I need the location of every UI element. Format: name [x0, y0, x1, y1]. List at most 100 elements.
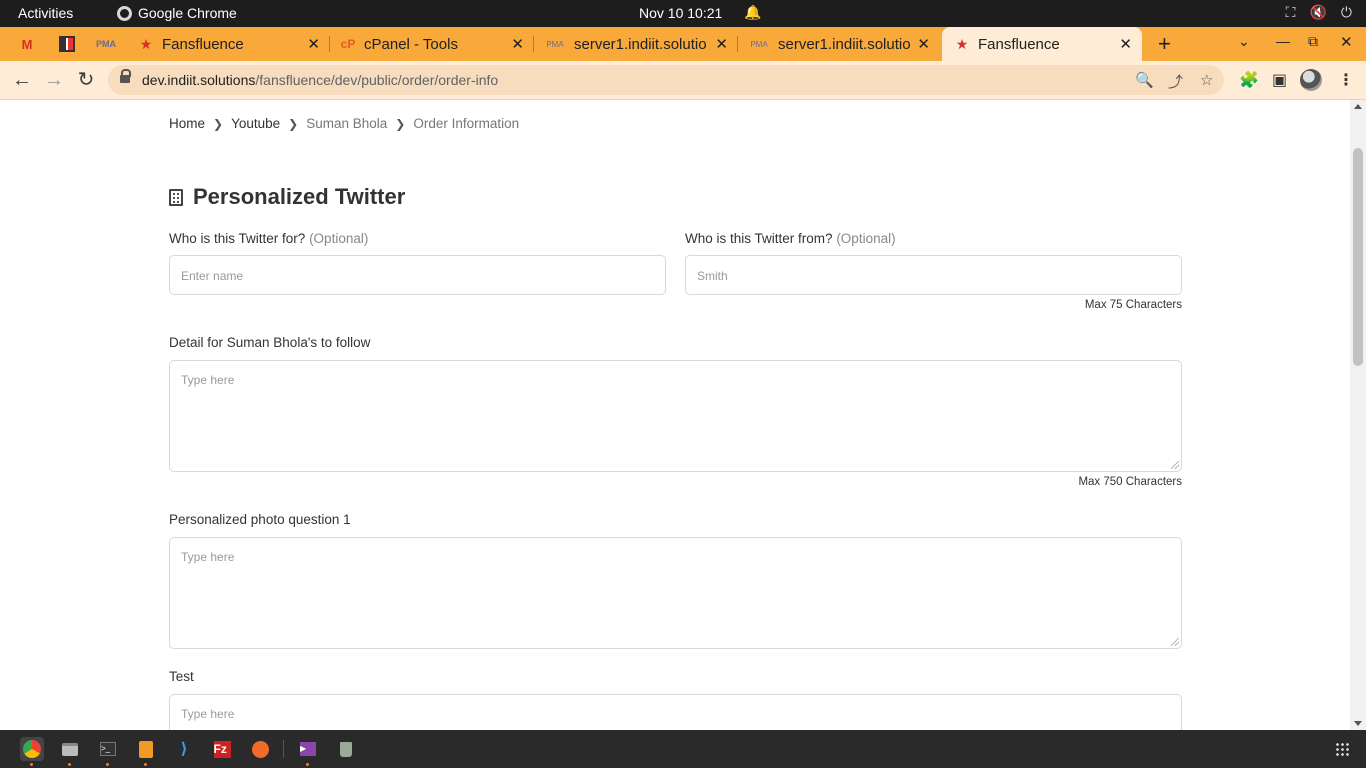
- browser-toolbar: ← → ↻ dev.indiit.solutions/fansfluence/d…: [0, 61, 1366, 100]
- tab-fansfluence[interactable]: ★ Fansfluence ✕: [130, 27, 330, 61]
- breadcrumb-person[interactable]: Suman Bhola: [306, 116, 387, 131]
- resize-handle-icon[interactable]: [1171, 461, 1179, 469]
- test-label: Test: [169, 669, 194, 684]
- terminal-icon: >_: [100, 742, 116, 756]
- close-tab-icon[interactable]: ✕: [917, 35, 930, 53]
- close-tab-icon[interactable]: ✕: [511, 35, 524, 53]
- sender-name-input[interactable]: Smith: [685, 255, 1182, 295]
- star-logo-icon: ★: [955, 35, 969, 52]
- tab-search-chevron-icon[interactable]: ⌄: [1238, 33, 1250, 50]
- page-content: Home ❯ Youtube ❯ Suman Bhola ❯ Order Inf…: [0, 100, 1350, 730]
- close-tab-icon[interactable]: ✕: [307, 35, 320, 53]
- pma-icon: PMA: [546, 39, 564, 49]
- breadcrumb-home[interactable]: Home: [169, 116, 205, 131]
- trash-icon: [340, 741, 352, 757]
- detail-label: Detail for Suman Bhola's to follow: [169, 335, 371, 350]
- filezilla-icon: Fz: [213, 740, 231, 758]
- activities-button[interactable]: Activities: [18, 5, 73, 21]
- tab-cpanel[interactable]: cP cPanel - Tools ✕: [332, 27, 534, 61]
- close-tab-icon[interactable]: ✕: [715, 35, 728, 53]
- tab-title: cPanel - Tools: [364, 35, 458, 53]
- volume-muted-icon: 🔇: [1309, 4, 1327, 20]
- test-textarea[interactable]: Type here: [169, 694, 1182, 730]
- postman-icon: [251, 740, 269, 758]
- dock-filezilla[interactable]: Fz: [210, 737, 234, 761]
- notification-bell-icon: 🔔: [744, 4, 762, 20]
- placeholder: Smith: [697, 269, 728, 283]
- tab-title: Fansfluence: [162, 35, 244, 53]
- dock-vscode[interactable]: ⟩: [172, 737, 196, 761]
- folder-icon: [62, 742, 78, 756]
- share-icon[interactable]: ⤴: [1168, 71, 1183, 92]
- placeholder: Type here: [181, 550, 235, 564]
- breadcrumb-category[interactable]: Youtube: [231, 116, 280, 131]
- url-text[interactable]: dev.indiit.solutions/fansfluence/dev/pub…: [142, 72, 498, 88]
- tab-separator: [329, 36, 330, 52]
- dock-files[interactable]: [58, 737, 82, 761]
- address-bar[interactable]: dev.indiit.solutions/fansfluence/dev/pub…: [108, 65, 1224, 95]
- name-max-note: Max 75 Characters: [1084, 299, 1182, 311]
- gmail-icon: M: [21, 36, 33, 52]
- scroll-up-icon[interactable]: [1354, 104, 1362, 109]
- dock-postman[interactable]: [248, 737, 272, 761]
- dock-sublime[interactable]: [134, 737, 158, 761]
- app-name: Google Chrome: [138, 5, 237, 21]
- zoom-icon[interactable]: 🔍: [1135, 71, 1154, 89]
- more-menu-icon[interactable]: ⋮: [1338, 70, 1354, 90]
- app-menu[interactable]: Google Chrome: [117, 5, 237, 21]
- recipient-name-input[interactable]: Enter name: [169, 255, 666, 295]
- dock-chrome[interactable]: [20, 737, 44, 761]
- dock-separator: [283, 740, 284, 758]
- running-indicator: [30, 763, 33, 766]
- show-apps-grid-icon[interactable]: [1335, 742, 1349, 756]
- optional-text: (Optional): [836, 231, 896, 246]
- extensions-icon[interactable]: 🧩: [1239, 70, 1259, 90]
- running-indicator: [144, 763, 147, 766]
- detail-max-note: Max 750 Characters: [1078, 476, 1182, 488]
- lock-icon: [120, 69, 131, 85]
- pma-icon: PMA: [750, 39, 768, 49]
- resize-handle-icon[interactable]: [1171, 638, 1179, 646]
- from-label: Who is this Twitter from? (Optional): [685, 231, 896, 246]
- pinned-tab-pma[interactable]: PMA: [96, 35, 116, 53]
- dock-terminal[interactable]: >_: [96, 737, 120, 761]
- dock-media[interactable]: ▶: [296, 737, 320, 761]
- chevron-right-icon: ❯: [288, 116, 299, 131]
- tab-server1-b[interactable]: PMA server1.indiit.solutio ✕: [740, 27, 940, 61]
- close-tab-icon[interactable]: ✕: [1119, 35, 1132, 53]
- profile-avatar[interactable]: [1300, 69, 1322, 91]
- power-icon: ⏻: [1340, 4, 1352, 20]
- clock[interactable]: Nov 10 10:21: [639, 5, 722, 21]
- form-heading: Personalized Twitter: [169, 184, 405, 210]
- from-label-text: Who is this Twitter from?: [685, 231, 833, 246]
- scroll-down-icon[interactable]: [1354, 721, 1362, 726]
- url-path: /fansfluence/dev/public/order/order-info: [255, 72, 499, 88]
- system-tray[interactable]: ⛶ 🔇 ⏻: [1286, 4, 1352, 21]
- detail-textarea[interactable]: Type here: [169, 360, 1182, 472]
- tab-server1-a[interactable]: PMA server1.indiit.solutio ✕: [536, 27, 738, 61]
- tab-fansfluence-active[interactable]: ★ Fansfluence ✕: [942, 27, 1142, 61]
- dock-trash[interactable]: [334, 737, 358, 761]
- chevron-right-icon: ❯: [395, 116, 406, 131]
- pma-icon: PMA: [96, 39, 116, 49]
- photo-question-textarea[interactable]: Type here: [169, 537, 1182, 649]
- new-tab-icon[interactable]: +: [1158, 31, 1171, 57]
- close-window-icon[interactable]: ✕: [1340, 33, 1353, 51]
- vscode-icon: ⟩: [180, 741, 188, 758]
- scrollbar-thumb[interactable]: [1353, 148, 1363, 366]
- for-label: Who is this Twitter for? (Optional): [169, 231, 368, 246]
- bookmark-star-icon[interactable]: ☆: [1200, 71, 1213, 89]
- reload-icon[interactable]: ↻: [74, 68, 98, 92]
- side-panel-icon[interactable]: ▣: [1272, 70, 1287, 90]
- breadcrumb: Home ❯ Youtube ❯ Suman Bhola ❯ Order Inf…: [169, 116, 519, 131]
- pinned-tab-app[interactable]: [57, 35, 77, 53]
- restore-icon[interactable]: ⧉: [1308, 33, 1318, 50]
- chevron-right-icon: ❯: [213, 116, 224, 131]
- breadcrumb-current: Order Information: [413, 116, 520, 131]
- pinned-tab-gmail[interactable]: M: [17, 35, 37, 53]
- minimize-icon[interactable]: —: [1276, 33, 1290, 49]
- back-icon[interactable]: ←: [10, 68, 34, 92]
- tab-title: Fansfluence: [978, 35, 1060, 53]
- page-scrollbar[interactable]: [1350, 100, 1366, 730]
- forward-icon[interactable]: →: [42, 68, 66, 92]
